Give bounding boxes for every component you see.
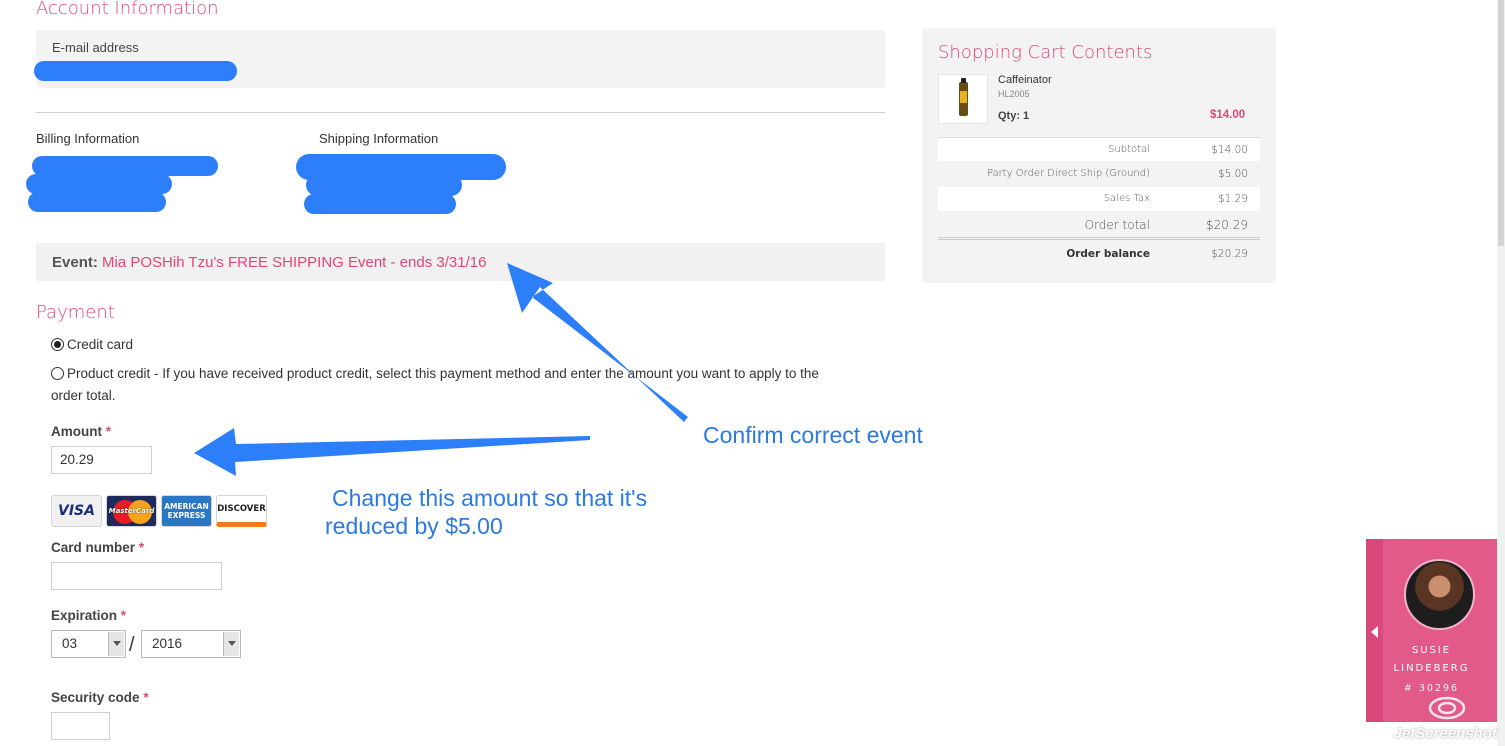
annotation-arrows	[194, 263, 688, 476]
arrow-to-amount	[194, 428, 590, 476]
annotation-confirm-event: Confirm correct event	[703, 422, 923, 448]
consultant-id: # 30296	[1403, 683, 1460, 694]
logo-swirl-icon	[1428, 696, 1466, 720]
watermark: JetScreenshot	[1393, 725, 1497, 742]
annotation-change-amount-line2: reduced by $5.00	[325, 513, 503, 539]
avatar	[1404, 559, 1475, 630]
consultant-first-name: SUSIE	[1411, 645, 1452, 656]
annotation-change-amount-line1: Change this amount so that it's	[332, 485, 648, 511]
consultant-last-name: LINDEBERG	[1393, 663, 1470, 674]
consultant-widget[interactable]: SUSIE LINDEBERG # 30296	[1366, 539, 1497, 722]
arrow-to-event	[507, 263, 688, 422]
collapse-arrow-icon[interactable]	[1366, 539, 1383, 722]
scrollbar-thumb[interactable]	[1498, 0, 1504, 246]
